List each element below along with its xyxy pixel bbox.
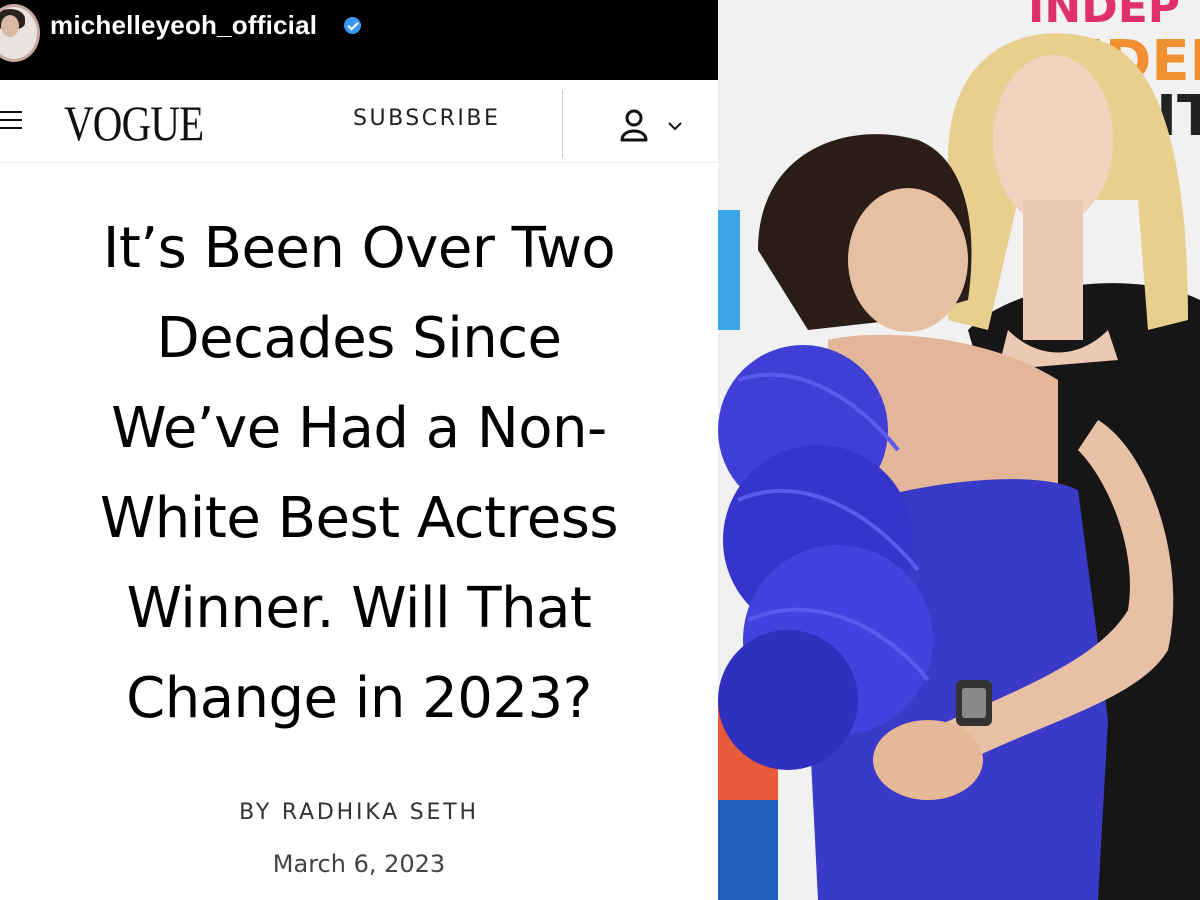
article-screenshot-panel: michelleyeoh_official VOGUE SUBSCRIBE It… (0, 0, 718, 900)
header-divider (562, 90, 563, 158)
photo-illustration: INDEP NDEN RIT R (718, 0, 1200, 900)
headline-line: White Best Actress (99, 486, 619, 551)
headline-line: Change in 2023? (126, 666, 592, 731)
hamburger-menu-icon[interactable] (0, 111, 22, 129)
headline-line: Decades Since (156, 306, 563, 371)
instagram-header-bar: michelleyeoh_official (0, 0, 718, 80)
instagram-username[interactable]: michelleyeoh_official (50, 10, 317, 41)
red-carpet-photo: INDEP NDEN RIT R (718, 0, 1200, 900)
subscribe-button[interactable]: SUBSCRIBE (353, 106, 500, 131)
article-headline[interactable]: It’s Been Over Two Decades Since We’ve H… (6, 204, 712, 744)
headline-line: It’s Been Over Two (102, 216, 616, 281)
headline-line: Winner. Will That (126, 576, 592, 641)
user-icon[interactable] (620, 108, 648, 142)
article-byline[interactable]: BY RADHIKA SETH (0, 800, 718, 825)
vogue-header: VOGUE SUBSCRIBE (0, 80, 718, 163)
chevron-down-icon[interactable] (668, 116, 682, 131)
vogue-logo[interactable]: VOGUE (64, 98, 204, 148)
headline-line: We’ve Had a Non- (111, 396, 607, 461)
avatar[interactable] (0, 4, 40, 62)
article-date: March 6, 2023 (272, 850, 446, 878)
verified-badge-icon (344, 17, 361, 34)
